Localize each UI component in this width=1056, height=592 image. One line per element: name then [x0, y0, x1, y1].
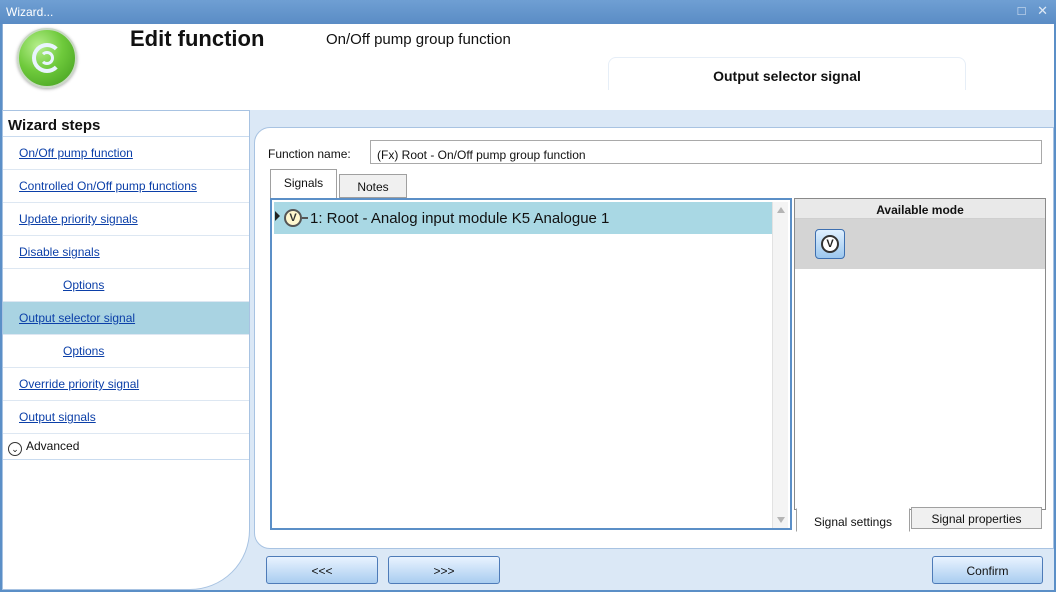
signal-connector — [302, 217, 308, 219]
signal-label: 1: Root - Analog input module K5 Analogu… — [310, 210, 610, 227]
next-button[interactable]: >>> — [388, 556, 500, 584]
app-logo-icon — [17, 28, 77, 88]
available-mode-header: Available mode — [795, 199, 1045, 219]
logo-swirl-inner — [40, 51, 54, 65]
analog-mode-button[interactable]: V — [815, 229, 845, 259]
sidebar-title: Wizard steps — [3, 111, 249, 137]
wizard-steps-sidebar: Wizard steps On/Off pump function Contro… — [2, 110, 250, 590]
function-name-label: Function name: — [268, 147, 351, 161]
sidebar-item-output-selector-signal[interactable]: Output selector signal — [3, 302, 249, 335]
previous-button[interactable]: <<< — [266, 556, 378, 584]
sidebar-item-controlled-on-off-pump-functions[interactable]: Controlled On/Off pump functions — [3, 170, 249, 203]
tab-signal-settings-label: Signal settings — [813, 515, 893, 529]
signal-row[interactable]: V 1: Root - Analog input module K5 Analo… — [274, 202, 772, 234]
tab-notes[interactable]: Notes — [339, 174, 407, 198]
tab-notes-label: Notes — [357, 180, 389, 194]
sidebar-item-output-signals[interactable]: Output signals — [3, 401, 249, 434]
row-expand-arrow-icon[interactable] — [275, 211, 280, 221]
scroll-down-icon[interactable] — [777, 517, 785, 523]
window-controls[interactable]: □ ✕ — [1018, 3, 1052, 19]
chevron-down-icon: ⌄ — [8, 442, 22, 456]
current-step-tab: Output selector signal — [608, 57, 966, 90]
signals-scrollbar[interactable] — [772, 202, 788, 528]
window-title: Wizard... — [6, 5, 54, 19]
tab-signal-properties[interactable]: Signal properties — [911, 507, 1042, 529]
signals-list: V 1: Root - Analog input module K5 Analo… — [270, 198, 792, 530]
sidebar-item-update-priority-signals[interactable]: Update priority signals — [3, 203, 249, 236]
advanced-toggle[interactable]: ⌄ Advanced — [3, 434, 249, 460]
confirm-button[interactable]: Confirm — [932, 556, 1043, 584]
available-mode-row: V — [795, 219, 1045, 269]
sidebar-item-on-off-pump-function[interactable]: On/Off pump function — [3, 137, 249, 170]
page-title: Edit function — [130, 26, 265, 51]
scroll-up-icon[interactable] — [777, 207, 785, 213]
analog-signal-icon: V — [284, 209, 302, 227]
advanced-label: Advanced — [26, 439, 80, 453]
page-subtitle: On/Off pump group function — [326, 31, 511, 48]
tab-signals-label: Signals — [283, 176, 324, 190]
window-titlebar: Wizard... □ ✕ — [0, 0, 1056, 24]
tab-signals[interactable]: Signals — [270, 169, 337, 199]
sidebar-item-disable-signals[interactable]: Disable signals — [3, 236, 249, 269]
tab-signal-settings[interactable]: Signal settings — [796, 508, 910, 532]
current-step-label: Output selector signal — [713, 68, 861, 84]
analog-mode-icon: V — [821, 235, 839, 253]
sidebar-item-disable-options[interactable]: Options — [3, 269, 249, 302]
tab-signal-properties-label: Signal properties — [931, 512, 1022, 526]
sidebar-item-output-options[interactable]: Options — [3, 335, 249, 368]
function-name-input[interactable] — [370, 140, 1042, 164]
sidebar-item-override-priority-signal[interactable]: Override priority signal — [3, 368, 249, 401]
available-mode-panel: Available mode V — [794, 198, 1046, 510]
